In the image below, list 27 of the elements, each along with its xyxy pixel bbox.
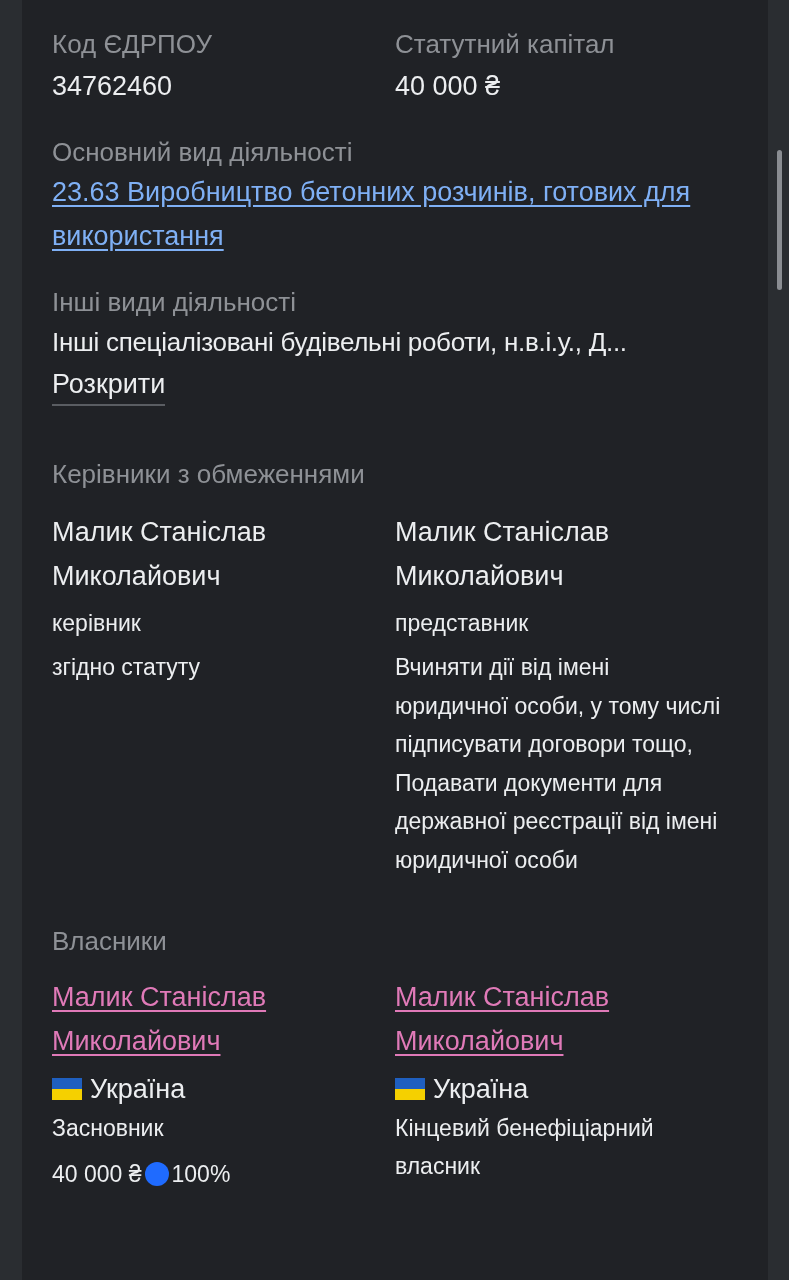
field-label: Код ЄДРПОУ [52,28,213,61]
expand-button[interactable]: Розкрити [52,364,166,406]
country-text: Україна [433,1073,529,1106]
owner-role: Засновник [52,1114,165,1143]
ukraine-flag-icon [395,1078,425,1100]
ukraine-flag-icon [52,1078,82,1100]
country-text: Україна [90,1073,186,1106]
owner-role: Кінцевий бенефіціарний власник [395,1114,655,1181]
section-title: Власники [52,925,168,958]
manager-role: представник [395,609,529,638]
field-label: Основний вид діяльності [52,136,354,169]
field-label: Інші види діяльності [52,286,296,319]
activity-link[interactable]: 23.63 Виробництво бетонних розчинів, готових для використання [52,170,732,258]
manager-role: керівник [52,609,141,638]
section-title: Керівники з обмеженнями [52,458,366,491]
share-percent: 100% [171,1160,231,1189]
owner-link[interactable]: Малик Станіслав Миколайович [395,975,695,1063]
field-label: Статутний капітал [395,28,616,61]
activity-text: Інші спеціалізовані будівельні роботи, н.в.і.у., Д... [52,326,627,359]
owner-link[interactable]: Малик Станіслав Миколайович [52,975,352,1063]
manager-name: Малик Станіслав Миколайович [52,516,268,593]
field-value: 34762460 [52,70,174,103]
manager-name: Малик Станіслав Миколайович [395,516,611,593]
manager-note: Вчиняти дії від імені юридичної особи, у тому числі підписувати договори тощо, Подавати документи для державної реєстрації від імені юридичної особи [395,653,722,875]
field-value: 40 000 ₴ [395,70,502,103]
manager-note: згідно статуту [52,653,201,682]
share-amount: 40 000 ₴ [52,1160,142,1189]
